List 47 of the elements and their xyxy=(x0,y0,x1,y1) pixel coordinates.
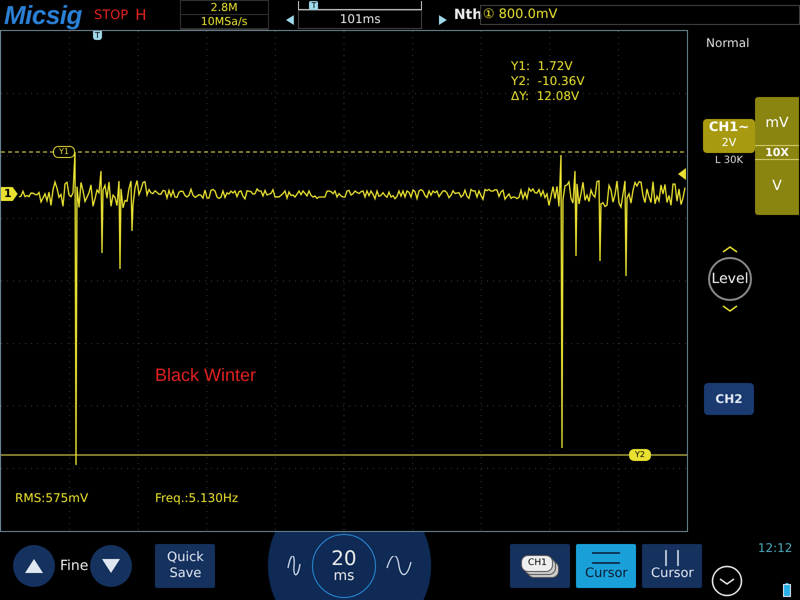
level-knob[interactable]: Level xyxy=(708,257,752,301)
brand-logo: Micsig xyxy=(4,0,83,30)
left-arrow-icon[interactable] xyxy=(284,14,294,26)
sine-wave-icon[interactable] xyxy=(287,556,302,576)
probe-selector[interactable]: mV 10X V xyxy=(755,97,799,215)
up-triangle-icon xyxy=(24,558,44,574)
channel-button[interactable]: CH2 xyxy=(704,383,754,415)
channel-stack-button[interactable]: CH1 xyxy=(510,544,570,588)
quick-save-button[interactable]: Quick Save xyxy=(155,544,216,588)
chevron-down-icon[interactable] xyxy=(711,565,744,597)
measurement-text: RMS:575mV xyxy=(15,491,88,505)
cursor-line[interactable] xyxy=(1,151,687,153)
trigger-mode: Normal xyxy=(706,36,750,50)
chevron-up-icon[interactable] xyxy=(722,245,738,253)
trigger-position-marker: T xyxy=(309,1,318,10)
cursor-button[interactable]: Cursor xyxy=(642,544,702,588)
sample-rate: 10MSa/s xyxy=(180,15,268,29)
sine-wave-icon[interactable] xyxy=(386,556,412,576)
annotation-text: Black Winter xyxy=(155,365,256,386)
chevron-down-icon[interactable] xyxy=(722,305,738,313)
timebase-knob[interactable]: 20 ms xyxy=(312,534,376,598)
trigger-type: Nth xyxy=(454,7,480,23)
cursor-button[interactable]: Cursor xyxy=(576,544,636,588)
fine-label: Fine xyxy=(60,558,88,574)
down-triangle-icon xyxy=(101,558,122,574)
channel-marker[interactable]: 1 xyxy=(1,187,18,201)
cursor-label[interactable]: Y1 xyxy=(53,146,75,158)
mode-mark: H xyxy=(135,6,148,24)
horizontal-lines-icon xyxy=(590,550,622,566)
channel-info: L 30K xyxy=(714,155,744,166)
battery-icon xyxy=(783,583,792,597)
cursor-line[interactable] xyxy=(1,454,687,456)
cursor-label[interactable]: Y2 xyxy=(629,449,651,461)
cursor-readout: Y1: 1.72V xyxy=(511,59,574,74)
clock: 12:12 xyxy=(758,541,792,555)
measurement-text: Freq.:5.130Hz xyxy=(155,491,238,505)
trigger-marker[interactable]: T xyxy=(93,31,102,40)
down-button[interactable] xyxy=(90,544,132,586)
memory-depth: 2.8M xyxy=(180,1,268,15)
run-state: STOP xyxy=(94,8,128,22)
trigger-position-field[interactable]: 101ms xyxy=(298,10,422,29)
timebase-dial[interactable]: 20 ms xyxy=(267,531,432,600)
cursor-readout: Y2: -10.36V xyxy=(511,74,585,89)
trigger-level-icon[interactable] xyxy=(678,168,686,180)
right-arrow-icon[interactable] xyxy=(438,14,448,26)
up-button[interactable] xyxy=(13,544,55,586)
cursor-readout: ΔY: 12.08V xyxy=(511,89,580,104)
